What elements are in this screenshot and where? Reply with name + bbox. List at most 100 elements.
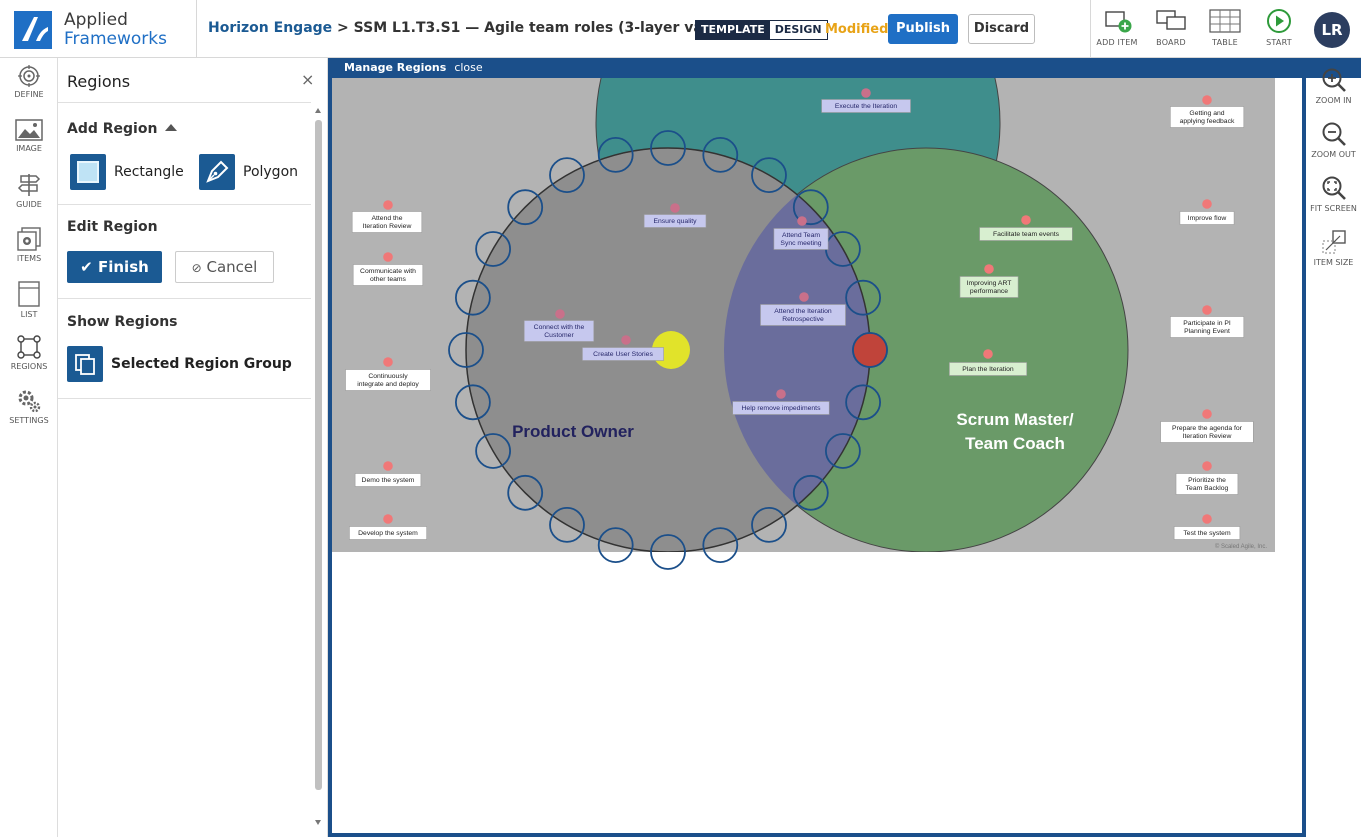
board-item-dot[interactable] — [383, 200, 393, 210]
board-item-dot[interactable] — [983, 349, 993, 359]
scroll-down-icon[interactable] — [315, 820, 321, 825]
zoom-in-icon — [1322, 68, 1346, 92]
fit-screen-label: FIT SCREEN — [1310, 204, 1357, 213]
panel-divider — [58, 398, 311, 399]
panel-title: Regions — [67, 72, 131, 91]
board-item-dot[interactable] — [799, 292, 809, 302]
panel-divider — [58, 102, 311, 103]
polygon-label: Polygon — [243, 164, 299, 180]
board-item-text: Execute the Iteration — [835, 103, 898, 110]
board-item-dot[interactable] — [1202, 409, 1212, 419]
add-region-heading[interactable]: Add Region — [67, 121, 178, 137]
regions-panel: Regions × Add Region Rectangle Polygon E… — [58, 58, 328, 837]
nav-define[interactable]: DEFINE — [0, 58, 58, 110]
start-button[interactable]: START — [1253, 8, 1305, 52]
zoom-out-button[interactable]: ZOOM OUT — [1306, 120, 1361, 170]
fit-screen-button[interactable]: FIT SCREEN — [1306, 174, 1361, 224]
board-item-text: Improve flow — [1188, 215, 1227, 222]
nav-settings[interactable]: SETTINGS — [0, 382, 58, 434]
board-canvas[interactable]: Execute the Iteration Ensure quality Atten… — [332, 58, 1302, 837]
nav-define-label: DEFINE — [14, 90, 44, 99]
zoom-out-icon — [1322, 122, 1346, 146]
finish-button[interactable]: ✔ Finish — [67, 251, 162, 283]
manage-regions-bar: Manage Regions close — [332, 58, 1310, 78]
board-item-dot[interactable] — [383, 252, 393, 262]
nav-items[interactable]: ITEMS — [0, 220, 58, 272]
rectangle-icon — [70, 154, 106, 190]
nav-guide[interactable]: GUIDE — [0, 166, 58, 218]
publish-button[interactable]: Publish — [888, 14, 958, 44]
add-item-icon — [1105, 11, 1132, 33]
nav-regions-label: REGIONS — [10, 362, 48, 371]
board-item-dot[interactable] — [1021, 215, 1031, 225]
mode-toggle[interactable]: TEMPLATE DESIGN — [695, 20, 828, 40]
table-label: TABLE — [1212, 38, 1238, 47]
panel-divider — [58, 298, 311, 299]
nav-image-label: IMAGE — [16, 144, 42, 153]
board-item-dot[interactable] — [670, 203, 680, 213]
board-item-dot[interactable] — [1202, 514, 1212, 524]
board-item-text: Help remove impediments — [742, 405, 822, 412]
nav-image[interactable]: IMAGE — [0, 112, 58, 164]
panel-divider — [58, 204, 311, 205]
board-item-dot[interactable] — [1202, 461, 1212, 471]
board-item-dot[interactable] — [1202, 305, 1212, 315]
breadcrumb-separator: > — [332, 20, 354, 36]
scroll-up-icon[interactable] — [315, 108, 321, 113]
board-item-text: Create User Stories — [593, 351, 653, 358]
rectangle-label: Rectangle — [114, 164, 184, 180]
manage-regions-title: Manage Regions — [344, 61, 447, 74]
nav-list-label: LIST — [20, 310, 38, 319]
copyright-text: © Scaled Agile, Inc. — [1215, 543, 1267, 550]
discard-button[interactable]: Discard — [968, 14, 1035, 44]
board-item-dot[interactable] — [776, 389, 786, 399]
board-item-dot[interactable] — [621, 335, 631, 345]
board-item-dot[interactable] — [861, 88, 871, 98]
caret-up-icon — [165, 124, 178, 131]
board-item-text: Ensure quality — [653, 218, 697, 225]
board-item-dot[interactable] — [797, 216, 807, 226]
breadcrumb-link[interactable]: Horizon Engage — [208, 20, 332, 36]
user-avatar[interactable]: LR — [1314, 12, 1350, 48]
board-item-dot[interactable] — [383, 357, 393, 367]
manage-regions-close[interactable]: close — [454, 61, 482, 74]
board-button[interactable]: BOARD — [1145, 8, 1197, 52]
add-polygon-button[interactable]: Polygon — [199, 154, 298, 190]
logo-mark-icon — [14, 11, 52, 49]
table-button[interactable]: TABLE — [1199, 8, 1251, 52]
add-rectangle-button[interactable]: Rectangle — [70, 154, 184, 190]
item-size-icon — [1321, 230, 1346, 254]
cancel-button[interactable]: ⊘ Cancel — [175, 251, 274, 283]
board-item-dot[interactable] — [383, 461, 393, 471]
cancel-label: Cancel — [206, 258, 258, 276]
play-icon — [1267, 9, 1291, 33]
nav-list[interactable]: LIST — [0, 274, 58, 326]
zoom-toolbar: ZOOM IN ZOOM OUT FIT SCREEN ITEM SIZE — [1306, 58, 1361, 837]
board-item-dot[interactable] — [555, 309, 565, 319]
check-icon: ✔ — [80, 258, 93, 276]
board-frame: Execute the Iteration Ensure quality Atten… — [328, 58, 1310, 837]
region-group-icon — [67, 346, 103, 382]
panel-scrollbar-thumb[interactable] — [315, 120, 322, 790]
board-item-dot[interactable] — [984, 264, 994, 274]
start-label: START — [1266, 38, 1292, 47]
selected-region-group-button[interactable]: Selected Region Group — [67, 346, 292, 382]
scrum-master-label-line1: Scrum Master/ — [956, 410, 1073, 429]
add-item-button[interactable]: ADD ITEM — [1091, 8, 1143, 52]
zoom-in-label: ZOOM IN — [1315, 96, 1352, 105]
board-item-dot[interactable] — [383, 514, 393, 524]
item-size-button[interactable]: ITEM SIZE — [1306, 228, 1361, 278]
mode-template[interactable]: TEMPLATE — [696, 21, 770, 39]
board-item-dot[interactable] — [1202, 95, 1212, 105]
list-icon — [18, 281, 40, 307]
scrum-master-label-line2: Team Coach — [965, 434, 1065, 453]
board-item-dot[interactable] — [1202, 199, 1212, 209]
board-label: BOARD — [1156, 38, 1186, 47]
mode-design[interactable]: DESIGN — [769, 21, 827, 39]
region-handle-active[interactable] — [852, 332, 888, 368]
panel-scrollbar[interactable] — [314, 108, 323, 833]
panel-close-button[interactable]: × — [301, 70, 314, 89]
applied-frameworks-logo[interactable]: Applied Frameworks — [12, 9, 192, 51]
nav-regions[interactable]: REGIONS — [0, 328, 58, 380]
zoom-in-button[interactable]: ZOOM IN — [1306, 66, 1361, 116]
